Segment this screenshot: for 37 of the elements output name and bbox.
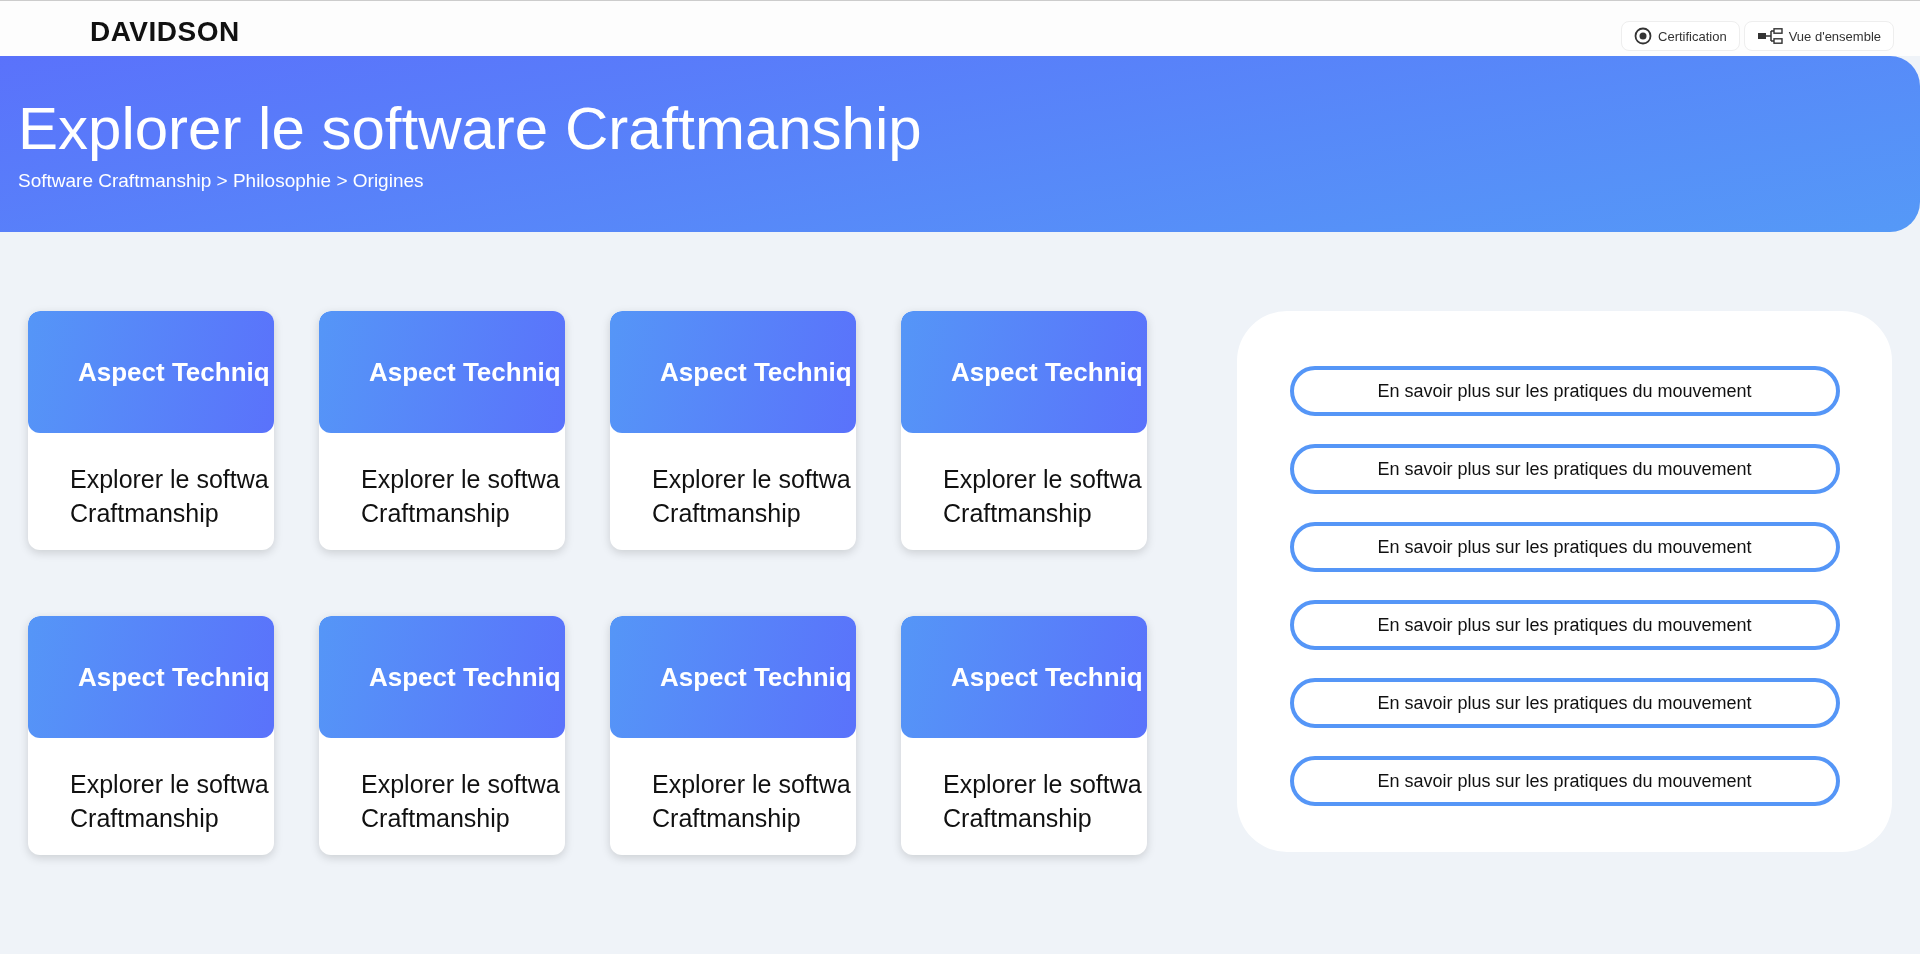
topic-card[interactable]: Aspect Techniq Explorer le softwa Craftmanship	[610, 311, 856, 550]
card-title: Aspect Techniq	[660, 661, 852, 693]
learn-more-button[interactable]: En savoir plus sur les pratiques du mouvement	[1289, 678, 1840, 728]
card-text: Explorer le softwa Craftmanship	[943, 769, 1143, 834]
learn-more-button[interactable]: En savoir plus sur les pratiques du mouvement	[1289, 522, 1840, 572]
card-title: Aspect Techniq	[951, 356, 1143, 388]
target-icon	[1634, 27, 1652, 45]
topic-card[interactable]: Aspect Techniq Explorer le softwa Craftmanship	[901, 616, 1147, 855]
hierarchy-icon	[1756, 28, 1783, 44]
card-text: Explorer le softwa Craftmanship	[361, 769, 561, 834]
card-title: Aspect Techniq	[369, 661, 561, 693]
topic-card[interactable]: Aspect Techniq Explorer le softwa Craftmanship	[319, 311, 565, 550]
learn-more-button[interactable]: En savoir plus sur les pratiques du mouvement	[1289, 756, 1840, 806]
topic-card[interactable]: Aspect Techniq Explorer le softwa Craftmanship	[28, 311, 274, 550]
card-text: Explorer le softwa Craftmanship	[70, 464, 270, 529]
learn-more-button[interactable]: En savoir plus sur les pratiques du mouvement	[1289, 444, 1840, 494]
logo: DAVIDSON	[90, 17, 240, 48]
card-text: Explorer le softwa Craftmanship	[652, 464, 852, 529]
card-title: Aspect Techniq	[951, 661, 1143, 693]
breadcrumb: Software Craftmanship > Philosophie > Origines	[18, 170, 425, 192]
topic-card[interactable]: Aspect Techniq Explorer le softwa Craftmanship	[610, 616, 856, 855]
topic-card[interactable]: Aspect Techniq Explorer le softwa Craftmanship	[319, 616, 565, 855]
card-text: Explorer le softwa Craftmanship	[361, 464, 561, 529]
card-title: Aspect Techniq	[78, 356, 270, 388]
card-text: Explorer le softwa Craftmanship	[943, 464, 1143, 529]
card-title: Aspect Techniq	[369, 356, 561, 388]
card-text: Explorer le softwa Craftmanship	[70, 769, 270, 834]
page-title: Explorer le software Craftmanship	[18, 96, 923, 162]
card-title: Aspect Techniq	[78, 661, 270, 693]
topic-card[interactable]: Aspect Techniq Explorer le softwa Craftmanship	[28, 616, 274, 855]
nav-button[interactable]: Certification	[1621, 21, 1740, 51]
card-title: Aspect Techniq	[660, 356, 852, 388]
learn-more-button[interactable]: En savoir plus sur les pratiques du mouvement	[1289, 600, 1840, 650]
learn-more-button[interactable]: En savoir plus sur les pratiques du mouvement	[1289, 366, 1840, 416]
nav-button[interactable]: Vue d'ensemble	[1743, 21, 1894, 51]
topic-card[interactable]: Aspect Techniq Explorer le softwa Craftmanship	[901, 311, 1147, 550]
card-text: Explorer le softwa Craftmanship	[652, 769, 852, 834]
